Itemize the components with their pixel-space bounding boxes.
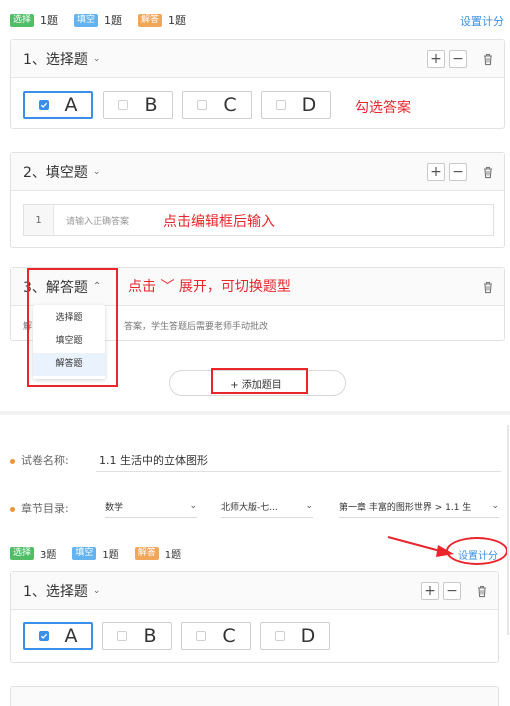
section-divider [0,411,510,415]
chevron-down-icon[interactable]: ⌄ [93,586,101,596]
remove-blank-button[interactable]: − [449,163,467,181]
fill-tag: 填空 [74,13,99,27]
checkbox-icon [117,631,128,641]
answer-tag: 解答 [134,547,159,560]
checkbox-icon [274,631,285,641]
annotation-add-box [211,368,308,394]
choice-tag: 选择 [10,547,35,560]
trash-icon[interactable] [476,585,488,598]
fill-count: 1题 [102,550,119,561]
checkbox-icon [38,100,49,110]
chevron-down-icon: ⌄ [189,501,197,511]
option-c[interactable]: C [181,622,251,650]
set-score-link[interactable]: 设置计分 [460,13,504,29]
question-title[interactable]: 1、选择题 [23,49,88,69]
question-card-fill: 2、填空题 ⌄ + − 1 请输入正确答案 点击编辑框后输入 [10,152,505,248]
option-d[interactable]: D [261,91,331,119]
question-card-choice: 1、选择题 ⌄ + − A B C D 勾选答案 [10,39,505,129]
scrollbar-track[interactable] [507,425,509,635]
question-title[interactable]: 2、填空题 [23,162,88,182]
question-type-summary-bottom: 选择 3题 填空 1题 解答 1题 [10,546,181,561]
checkbox-icon [38,631,49,641]
option-label: C [223,94,237,116]
option-label: A [64,625,78,647]
add-option-button[interactable]: + [427,50,445,68]
option-label: B [143,625,157,647]
paper-name-underline [96,471,501,472]
paper-name-value[interactable]: 1.1 生活中的立体图形 [99,452,208,468]
edition-select[interactable]: 北师大版-七... ⌄ [221,496,313,518]
chapter-value: 第一章 丰富的图形世界 > 1.1 生 [339,503,472,513]
chapter-label: 章节目录: [10,500,69,516]
chevron-down-icon: ⌄ [491,501,499,511]
annotation-edit-input: 点击编辑框后输入 [163,214,275,230]
answer-placeholder[interactable]: 请输入正确答案 [66,214,129,227]
option-label: C [222,625,236,647]
choice-count: 3题 [40,550,57,561]
answer-description: 答案，学生答题后需要老师手动批改 [124,322,269,332]
choice-tag: 选择 [10,13,35,27]
chapter-select[interactable]: 第一章 丰富的图形世界 > 1.1 生 ⌄ [339,496,499,518]
annotation-circle [446,537,508,565]
remove-option-button[interactable]: − [449,50,467,68]
chevron-down-icon[interactable]: ⌄ [93,54,101,64]
add-option-button[interactable]: + [421,582,439,600]
fill-tag: 填空 [72,547,97,560]
answer-count: 1题 [164,550,182,561]
option-b[interactable]: B [103,91,173,119]
option-b[interactable]: B [102,622,172,650]
checkbox-icon [275,100,286,110]
trash-icon[interactable] [482,281,494,294]
checkbox-icon [196,631,207,641]
option-label: D [300,625,316,647]
option-label: B [144,94,158,116]
chevron-down-icon[interactable]: ⌄ [93,167,101,177]
annotation-highlight-box [27,268,118,387]
subject-value: 数学 [105,503,124,513]
annotation-switch-type: 点击 ﹀ 展开，可切换题型 [128,279,291,295]
option-a[interactable]: A [23,91,93,119]
checkbox-icon [197,100,208,110]
chevron-down-icon: ⌄ [305,501,313,511]
question-title[interactable]: 1、选择题 [23,581,88,601]
edition-value: 北师大版-七... [221,503,278,513]
trash-icon[interactable] [482,53,494,66]
next-question-card-edge [10,686,499,706]
fill-count: 1题 [104,14,123,27]
paper-name-label: 试卷名称: [10,452,69,468]
answer-tag: 解答 [138,13,163,27]
option-a[interactable]: A [23,622,93,650]
answer-input-row[interactable]: 1 请输入正确答案 点击编辑框后输入 [23,204,494,236]
answer-count: 1题 [168,14,187,27]
choice-count: 1题 [40,14,59,27]
trash-icon[interactable] [482,166,494,179]
question-type-summary: 选择 1题 填空 1题 解答 1题 [10,12,186,28]
checkbox-icon [118,100,129,110]
add-blank-button[interactable]: + [427,163,445,181]
annotation-select-answer: 勾选答案 [355,100,411,116]
option-label: A [64,94,78,116]
question-card-choice-bottom: 1、选择题 ⌄ + − A B C D [10,571,499,663]
option-c[interactable]: C [182,91,252,119]
option-label: D [301,94,317,116]
blank-index: 1 [24,205,54,235]
remove-option-button[interactable]: − [443,582,461,600]
option-d[interactable]: D [260,622,330,650]
subject-select[interactable]: 数学 ⌄ [105,496,197,518]
